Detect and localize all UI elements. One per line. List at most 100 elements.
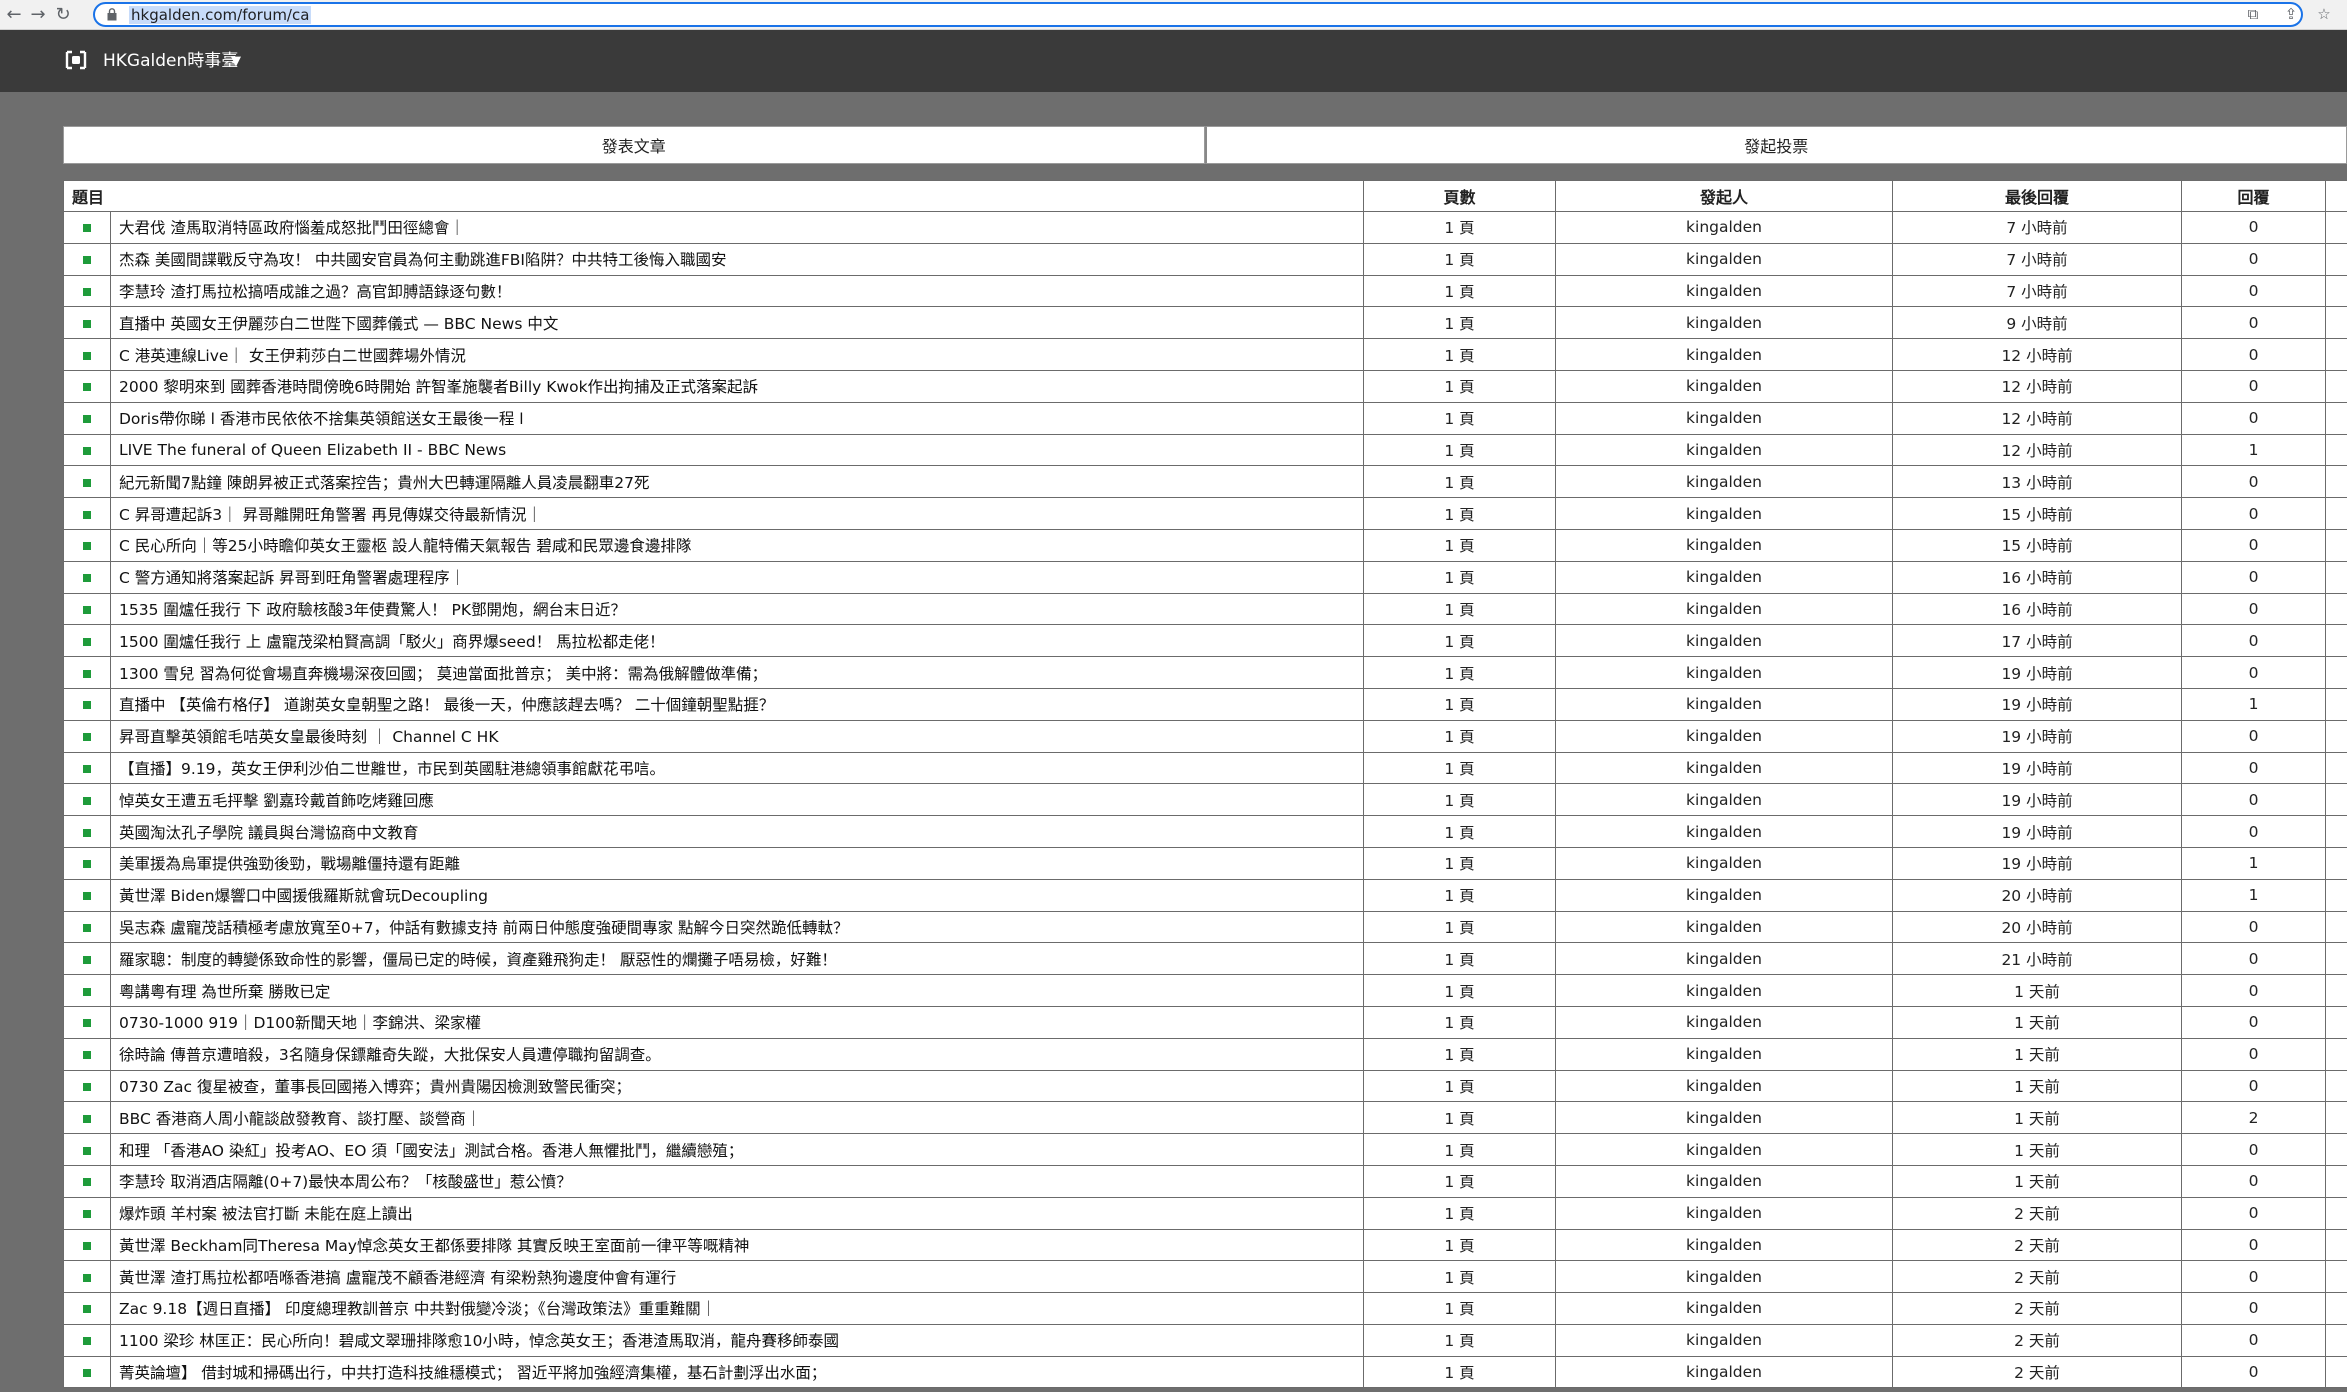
topic-title-link[interactable]: 美軍援為烏軍提供強勁後勁，戰場離僵持還有距離 (119, 855, 460, 873)
table-row[interactable]: 1100 梁珍 林匡正：民心所向！碧咸文翠珊排隊愈10小時，悼念英女王；香港渣馬… (63, 1323, 2347, 1357)
topic-title-link[interactable]: LIVE The funeral of Queen Elizabeth II -… (119, 441, 506, 459)
table-row[interactable]: 【直播】9.19，英女王伊利沙伯二世離世，市民到英國駐港總領事館獻花弔唁。 1 頁… (63, 751, 2347, 785)
topic-author-link[interactable]: kingalden (1686, 1204, 1762, 1222)
table-row[interactable]: 和理 「香港AO 染紅」投考AO、EO 須「國安法」測試合格。香港人無懼批鬥，繼… (63, 1133, 2347, 1166)
topic-title-link[interactable]: 菁英論壇】 借封城和掃碼出行，中共打造科技維穩模式； 習近平將加強經濟集權，基石… (119, 1364, 826, 1382)
topic-pages-link[interactable]: 1 頁 (1444, 251, 1474, 269)
table-row[interactable]: 羅家聰：制度的轉變係致命性的影響，僵局已定的時候，資產雞飛狗走！ 厭惡性的爛攤子… (63, 942, 2347, 976)
table-row[interactable]: 美軍援為烏軍提供強勁後勁，戰場離僵持還有距離 1 頁 kingalden 19 小時前… (63, 846, 2347, 880)
table-row[interactable]: C 警方通知將落案起訴 昇哥到旺角警署處理程序｜ 1 頁 kingalden 16 小… (63, 560, 2347, 594)
table-row[interactable]: 0730 Zac 復星被查，董事長回國捲入博弈；貴州貴陽因檢測致警民衝突； 1 頁… (63, 1069, 2347, 1103)
table-row[interactable]: 直播中 【英倫冇格仔】 道謝英女皇朝聖之路！ 最後一天，仲應該趕去嗎？ 二十個鐘… (63, 687, 2347, 721)
topic-author-link[interactable]: kingalden (1686, 1363, 1762, 1381)
topic-pages-link[interactable]: 1 頁 (1444, 983, 1474, 1001)
topic-title-link[interactable]: 吳志森 盧寵茂話積極考慮放寬至0+7，仲話有數據支持 前兩日仲態度強硬間專家 點… (119, 919, 849, 937)
topic-title-link[interactable]: 直播中 英國女王伊麗莎白二世陛下國葬儀式 — BBC News 中文 (119, 315, 558, 333)
forum-title[interactable]: HKGalden時事臺 (103, 49, 238, 73)
topic-title-link[interactable]: 英國淘汰孔子學院 議員與台灣協商中文教育 (119, 824, 418, 842)
topic-author-link[interactable]: kingalden (1686, 1268, 1762, 1286)
table-row[interactable]: BBC 香港商人周小龍談啟發教育、談打壓、談營商｜ 1 頁 kingalden 1 天… (63, 1101, 2347, 1135)
topic-pages-link[interactable]: 1 頁 (1444, 760, 1474, 778)
topic-title-link[interactable]: 1500 圍爐任我行 上 盧寵茂梁柏賢高調「駁火」商界爆seed！ 馬拉松都走佬… (119, 633, 665, 651)
topic-author-link[interactable]: kingalden (1686, 823, 1762, 841)
topic-author-link[interactable]: kingalden (1686, 536, 1762, 554)
topic-title-link[interactable]: 爆炸頭 羊村案 被法官打斷 未能在庭上讀出 (119, 1205, 413, 1223)
topic-author-link[interactable]: kingalden (1686, 1013, 1762, 1031)
table-row[interactable]: 0730-1000 919｜D100新聞天地｜李錦洪、梁家權 1 頁 kingald… (63, 1005, 2347, 1039)
topic-title-link[interactable]: 羅家聰：制度的轉變係致命性的影響，僵局已定的時候，資產雞飛狗走！ 厭惡性的爛攤子… (119, 951, 837, 969)
topic-author-link[interactable]: kingalden (1686, 1077, 1762, 1095)
table-row[interactable]: C 民心所向｜等25小時瞻仰英女王靈柩 設人龍特備天氣報告 碧咸和民眾邊食邊排隊… (63, 528, 2347, 562)
topic-pages-link[interactable]: 1 頁 (1444, 537, 1474, 555)
forward-icon[interactable]: → (26, 3, 50, 27)
topic-pages-link[interactable]: 1 頁 (1444, 1237, 1474, 1255)
topic-author-link[interactable]: kingalden (1686, 1109, 1762, 1127)
address-bar[interactable]: hkgalden.com/forum/ca (93, 2, 2303, 27)
topic-pages-link[interactable]: 1 頁 (1444, 1014, 1474, 1032)
topic-author-link[interactable]: kingalden (1686, 409, 1762, 427)
table-row[interactable]: 黃世澤 渣打馬拉松都唔喺香港搞 盧寵茂不顧香港經濟 有梁粉熱狗邊度仲會有運行 1 … (63, 1260, 2347, 1294)
topic-author-link[interactable]: kingalden (1686, 886, 1762, 904)
table-row[interactable]: 直播中 英國女王伊麗莎白二世陛下國葬儀式 — BBC News 中文 1 頁 kin… (63, 306, 2347, 340)
topic-pages-link[interactable]: 1 頁 (1444, 1173, 1474, 1191)
topic-pages-link[interactable]: 1 頁 (1444, 1364, 1474, 1382)
topic-pages-link[interactable]: 1 頁 (1444, 347, 1474, 365)
topic-pages-link[interactable]: 1 頁 (1444, 887, 1474, 905)
table-row[interactable]: 李慧玲 渣打馬拉松搞唔成誰之過？高官卸膊語錄逐句數！ 1 頁 kingalden 7 … (63, 274, 2347, 308)
topic-pages-link[interactable]: 1 頁 (1444, 442, 1474, 460)
topic-title-link[interactable]: 2000 黎明來到 國葬香港時間傍晚6時開始 許智峯施襲者Billy Kwok作… (119, 378, 758, 396)
topic-title-link[interactable]: 徐時論 傳普京遭暗殺，3名隨身保鏢離奇失蹤，大批保安人員遭停職拘留調查。 (119, 1046, 661, 1064)
topic-pages-link[interactable]: 1 頁 (1444, 474, 1474, 492)
table-row[interactable]: 粵講粵有理 為世所棄 勝敗已定 1 頁 kingalden 1 天前 0 (63, 974, 2347, 1007)
topic-title-link[interactable]: Zac 9.18【週日直播】 印度總理教訓普京 中共對俄變冷淡；《台灣政策法》重… (119, 1300, 716, 1318)
topic-pages-link[interactable]: 1 頁 (1444, 1205, 1474, 1223)
bookmark-star-icon[interactable]: ☆ (2313, 3, 2335, 25)
topic-author-link[interactable]: kingalden (1686, 600, 1762, 618)
table-row[interactable]: 李慧玲 取消酒店隔離(0+7)最快本周公布？「核酸盛世」惹公憤？ 1 頁 kinga… (63, 1164, 2347, 1198)
galden-logo-icon[interactable] (64, 48, 88, 72)
topic-author-link[interactable]: kingalden (1686, 346, 1762, 364)
topic-author-link[interactable]: kingalden (1686, 695, 1762, 713)
topic-pages-link[interactable]: 1 頁 (1444, 1300, 1474, 1318)
topic-author-link[interactable]: kingalden (1686, 473, 1762, 491)
topic-pages-link[interactable]: 1 頁 (1444, 601, 1474, 619)
topic-pages-link[interactable]: 1 頁 (1444, 1269, 1474, 1287)
topic-title-link[interactable]: 1300 雪兒 習為何從會場直奔機場深夜回國； 莫迪當面批普京； 美中將：需為俄… (119, 665, 767, 683)
topic-pages-link[interactable]: 1 頁 (1444, 855, 1474, 873)
topic-title-link[interactable]: 李慧玲 取消酒店隔離(0+7)最快本周公布？「核酸盛世」惹公憤？ (119, 1173, 572, 1191)
topic-pages-link[interactable]: 1 頁 (1444, 665, 1474, 683)
topic-title-link[interactable]: BBC 香港商人周小龍談啟發教育、談打壓、談營商｜ (119, 1110, 481, 1128)
topic-pages-link[interactable]: 1 頁 (1444, 728, 1474, 746)
topic-author-link[interactable]: kingalden (1686, 568, 1762, 586)
topic-author-link[interactable]: kingalden (1686, 314, 1762, 332)
topic-title-link[interactable]: Doris帶你睇 l 香港市民依依不捨集英領館送女王最後一程 l (119, 410, 524, 428)
topic-author-link[interactable]: kingalden (1686, 1045, 1762, 1063)
topic-title-link[interactable]: 0730 Zac 復星被查，董事長回國捲入博弈；貴州貴陽因檢測致警民衝突； (119, 1078, 631, 1096)
topic-title-link[interactable]: 大君伐 渣馬取消特區政府惱羞成怒批鬥田徑總會｜ (119, 219, 465, 237)
topic-title-link[interactable]: 0730-1000 919｜D100新聞天地｜李錦洪、梁家權 (119, 1014, 481, 1032)
chevron-down-icon[interactable]: ▼ (231, 50, 241, 74)
reload-icon[interactable]: ↻ (51, 3, 75, 27)
topic-title-link[interactable]: 粵講粵有理 為世所棄 勝敗已定 (119, 983, 330, 1001)
table-row[interactable]: 徐時論 傳普京遭暗殺，3名隨身保鏢離奇失蹤，大批保安人員遭停職拘留調查。 1 頁 k… (63, 1037, 2347, 1071)
topic-pages-link[interactable]: 1 頁 (1444, 951, 1474, 969)
share-icon[interactable]: ⇪ (2280, 3, 2302, 25)
topic-pages-link[interactable]: 1 頁 (1444, 569, 1474, 587)
topic-author-link[interactable]: kingalden (1686, 377, 1762, 395)
topic-pages-link[interactable]: 1 頁 (1444, 378, 1474, 396)
topic-title-link[interactable]: 昇哥直擊英領館毛咭英女皇最後時刻 ｜ Channel C HK (119, 728, 499, 746)
topic-author-link[interactable]: kingalden (1686, 727, 1762, 745)
topic-title-link[interactable]: 1535 圍爐任我行 下 政府驗核酸3年使費驚人！ PK鄧開炮，網台末日近？ (119, 601, 626, 619)
topic-title-link[interactable]: 紀元新聞7點鐘 陳朗昇被正式落案控告；貴州大巴轉運隔離人員凌晨翻車27死 (119, 474, 650, 492)
topic-pages-link[interactable]: 1 頁 (1444, 1046, 1474, 1064)
table-row[interactable]: 1300 雪兒 習為何從會場直奔機場深夜回國； 莫迪當面批普京； 美中將：需為俄… (63, 656, 2347, 689)
table-row[interactable]: 大君伐 渣馬取消特區政府惱羞成怒批鬥田徑總會｜ 1 頁 kingalden 7 小時前… (63, 211, 2347, 244)
topic-author-link[interactable]: kingalden (1686, 218, 1762, 236)
table-row[interactable]: 爆炸頭 羊村案 被法官打斷 未能在庭上讀出 1 頁 kingalden 2 天前 0 (63, 1196, 2347, 1230)
table-row[interactable]: Doris帶你睇 l 香港市民依依不捨集英領館送女王最後一程 l 1 頁 kinga… (63, 401, 2347, 435)
table-row[interactable]: 菁英論壇】 借封城和掃碼出行，中共打造科技維穩模式； 習近平將加強經濟集權，基石… (63, 1355, 2347, 1389)
topic-author-link[interactable]: kingalden (1686, 664, 1762, 682)
start-poll-button[interactable]: 發起投票 (1204, 126, 2347, 164)
table-row[interactable]: 昇哥直擊英領館毛咭英女皇最後時刻 ｜ Channel C HK 1 頁 kingal… (63, 719, 2347, 753)
topic-title-link[interactable]: C 昇哥遭起訴3｜ 昇哥離開旺角警署 再見傳媒交待最新情況｜ (119, 506, 542, 524)
